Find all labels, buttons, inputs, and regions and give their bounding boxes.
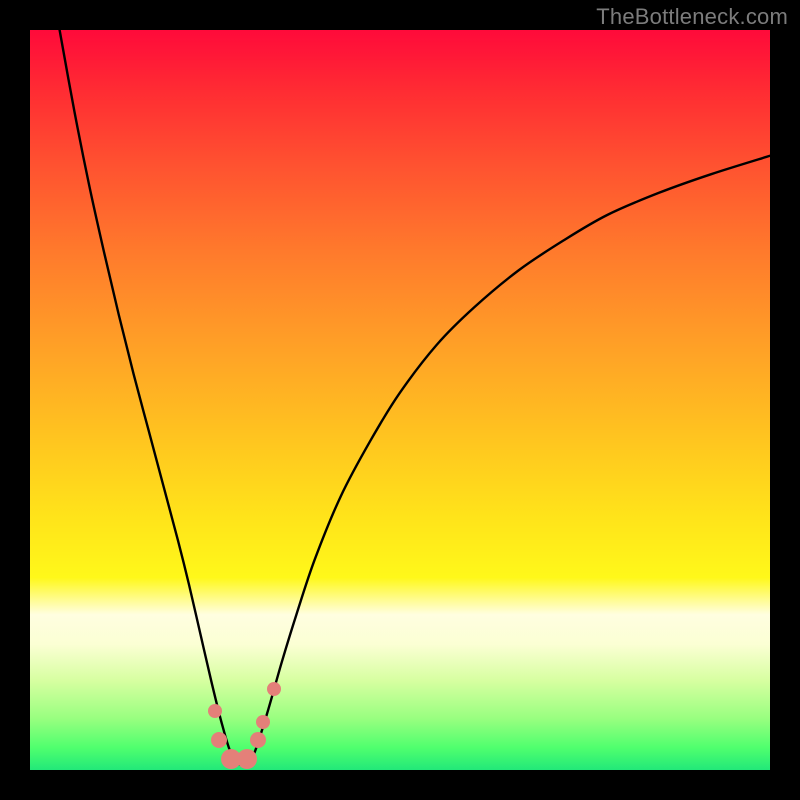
data-marker: [267, 682, 281, 696]
data-marker: [208, 704, 222, 718]
chart-frame: TheBottleneck.com: [0, 0, 800, 800]
data-marker: [250, 732, 266, 748]
watermark-text: TheBottleneck.com: [596, 4, 788, 30]
data-marker: [256, 715, 270, 729]
marker-layer: [30, 30, 770, 770]
data-marker: [211, 732, 227, 748]
plot-area: [30, 30, 770, 770]
data-marker: [237, 749, 257, 769]
